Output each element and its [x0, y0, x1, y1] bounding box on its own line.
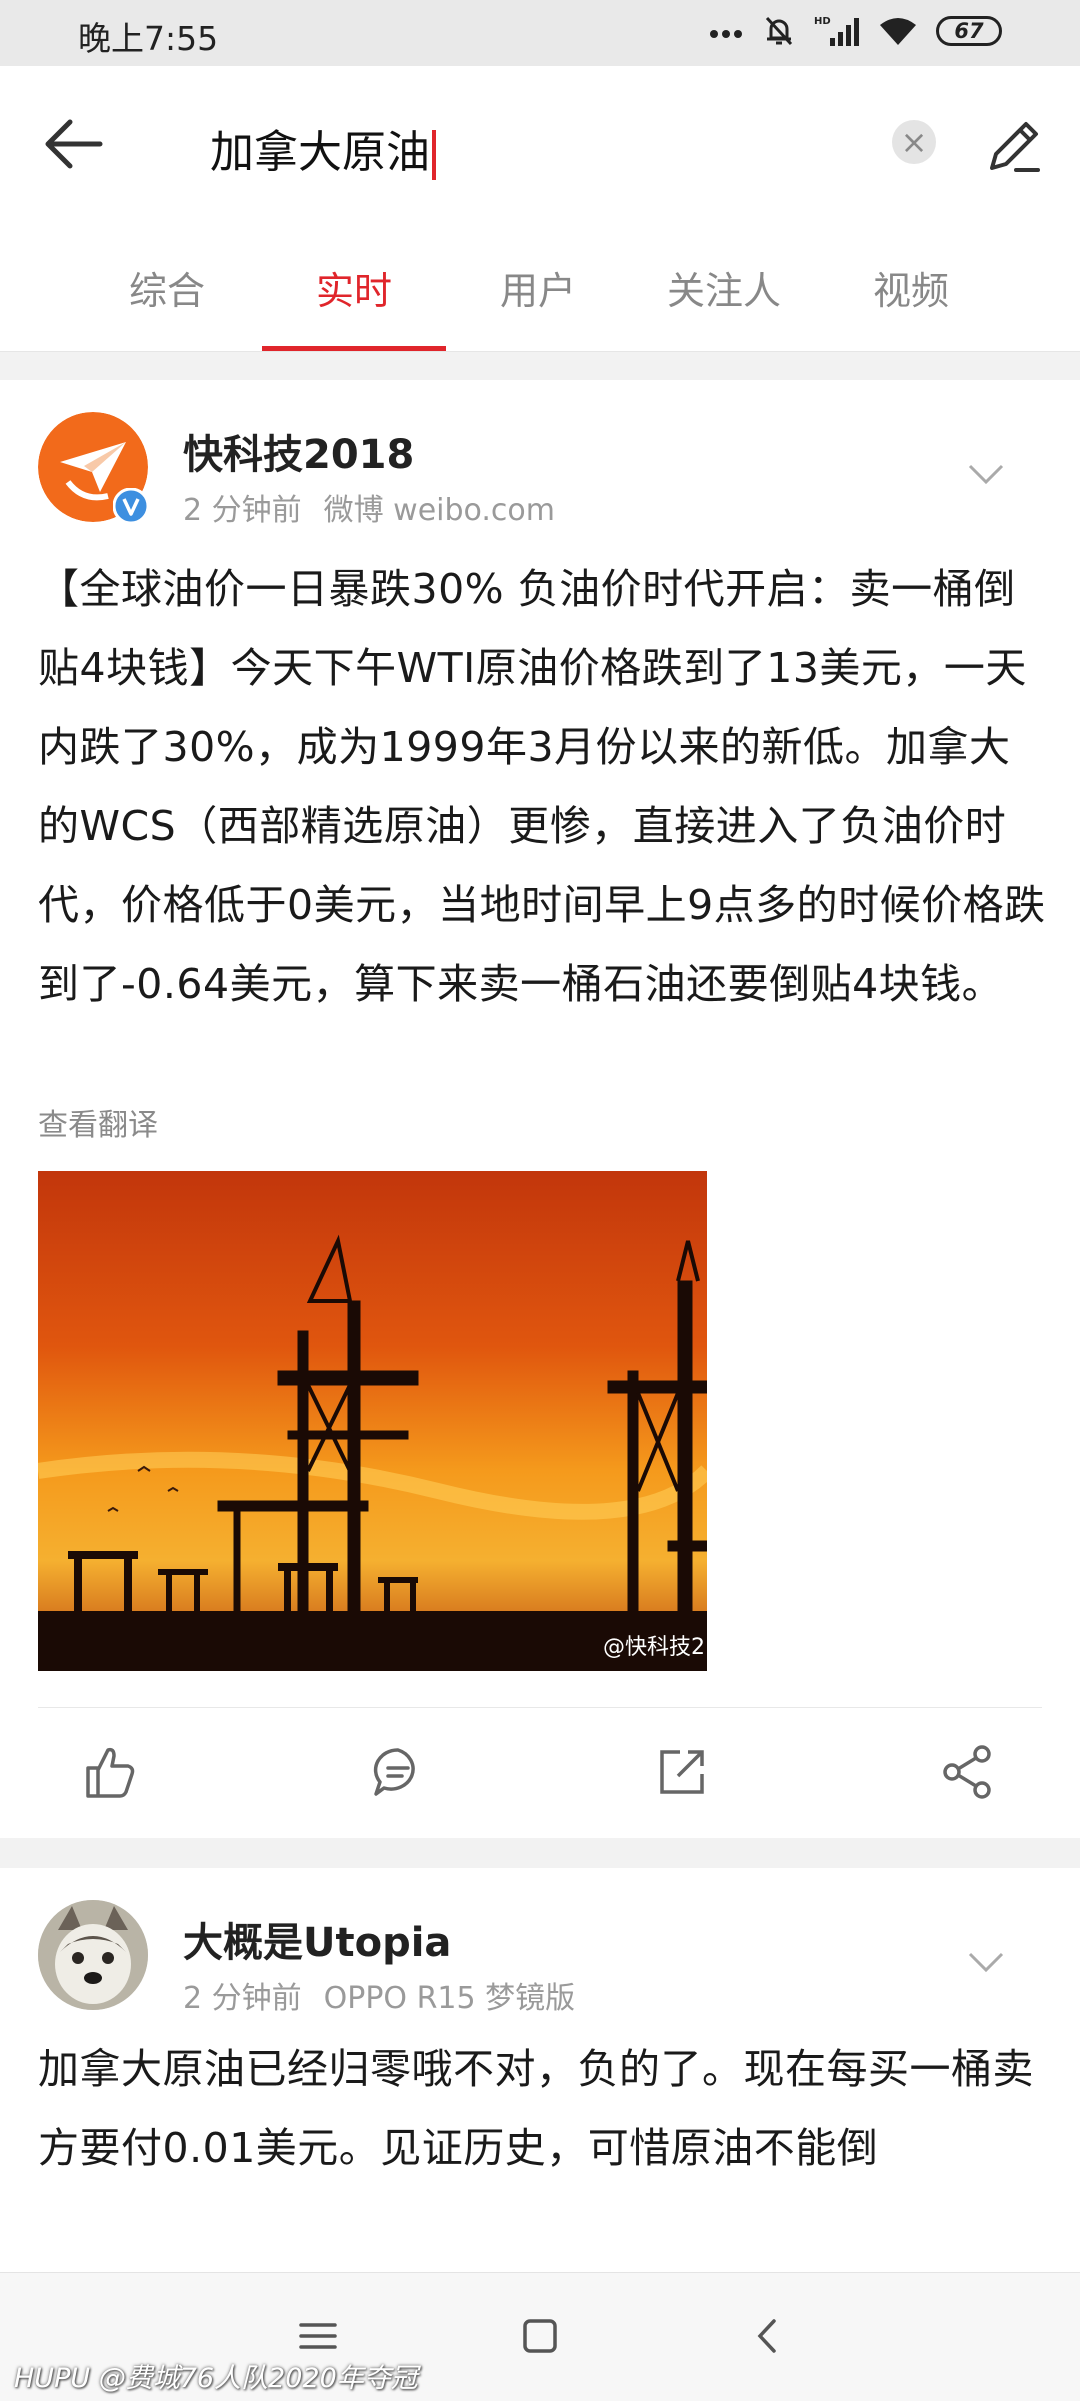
post-source: OPPO R15 梦镜版	[323, 1981, 576, 2016]
network-label: HD	[814, 16, 831, 27]
image-watermark: @快科技2	[603, 1635, 705, 1660]
verified-badge-icon	[113, 488, 149, 524]
active-tab-indicator	[262, 346, 446, 351]
post-text: 加拿大原油已经归零哦不对，负的了。现在每买一桶卖方要付0.01美元。见证历史，可…	[38, 2045, 1034, 2172]
post-time: 2 分钟前	[183, 493, 302, 528]
see-translation-link[interactable]: 查看翻译	[38, 1100, 158, 1144]
status-icons: HD 67	[708, 14, 1002, 48]
chevron-down-icon[interactable]	[966, 1950, 1006, 1974]
search-query: 加拿大原油	[210, 127, 430, 178]
text-cursor	[432, 130, 436, 180]
tab-videos[interactable]: 视频	[873, 260, 949, 315]
clear-search-button[interactable]: ×	[892, 120, 936, 164]
share-nodes-icon[interactable]	[938, 1742, 998, 1802]
post-source: 微博 weibo.com	[323, 493, 555, 528]
post-card[interactable]: 快科技2018 2 分钟前 微博 weibo.com 【全球油价一日暴跌30% 负…	[0, 380, 1080, 1838]
sunset-cranes-image	[38, 1171, 707, 1671]
post-image[interactable]: @快科技2	[38, 1171, 707, 1671]
tab-realtime[interactable]: 实时	[316, 260, 392, 315]
post-time: 2 分钟前	[183, 1981, 302, 2016]
back-arrow-icon[interactable]	[40, 114, 110, 174]
status-bar: 晚上7:55 HD 67	[0, 0, 1080, 66]
chevron-down-icon[interactable]	[966, 462, 1006, 486]
battery-icon: 67	[936, 16, 1002, 46]
avatar[interactable]	[38, 1900, 148, 2010]
mute-bell-icon	[765, 16, 793, 46]
husky-avatar-icon	[38, 1900, 148, 2010]
post-meta: 2 分钟前 微博 weibo.com	[183, 485, 555, 529]
tab-comprehensive[interactable]: 综合	[129, 260, 205, 315]
menu-icon[interactable]	[291, 2309, 345, 2363]
compose-pencil-icon[interactable]	[982, 114, 1046, 178]
signal-icon: HD	[814, 16, 859, 46]
post-username[interactable]: 快科技2018	[183, 422, 414, 480]
repost-share-out-icon[interactable]	[652, 1742, 712, 1802]
back-chevron-icon[interactable]	[742, 2309, 796, 2363]
like-thumb-icon[interactable]	[80, 1742, 140, 1802]
post-username[interactable]: 大概是Utopia	[183, 1910, 451, 1968]
post-text: 【全球油价一日暴跌30% 负油价时代开启：卖一桶倒贴4块钱】今天下午WTI原油价…	[38, 565, 1046, 1008]
footer-watermark: HUPU @费城76人队2020年夺冠	[14, 2363, 418, 2394]
search-tabs: 综合 实时 用户 关注人 视频	[0, 226, 1080, 352]
post-meta: 2 分钟前 OPPO R15 梦镜版	[183, 1973, 575, 2017]
post-card[interactable]: 大概是Utopia 2 分钟前 OPPO R15 梦镜版 加拿大原油已经归零哦不对…	[0, 1868, 1080, 2272]
tab-users[interactable]: 用户	[500, 260, 576, 315]
tab-following[interactable]: 关注人	[667, 260, 781, 315]
wifi-icon	[880, 18, 916, 45]
search-input[interactable]: 加拿大原油	[210, 116, 436, 180]
divider	[38, 1707, 1042, 1708]
comment-icon[interactable]	[368, 1742, 428, 1802]
status-time: 晚上7:55	[78, 19, 219, 58]
more-dots-icon	[710, 30, 742, 38]
home-square-icon[interactable]	[513, 2309, 567, 2363]
search-header: 加拿大原油 ×	[0, 66, 1080, 226]
